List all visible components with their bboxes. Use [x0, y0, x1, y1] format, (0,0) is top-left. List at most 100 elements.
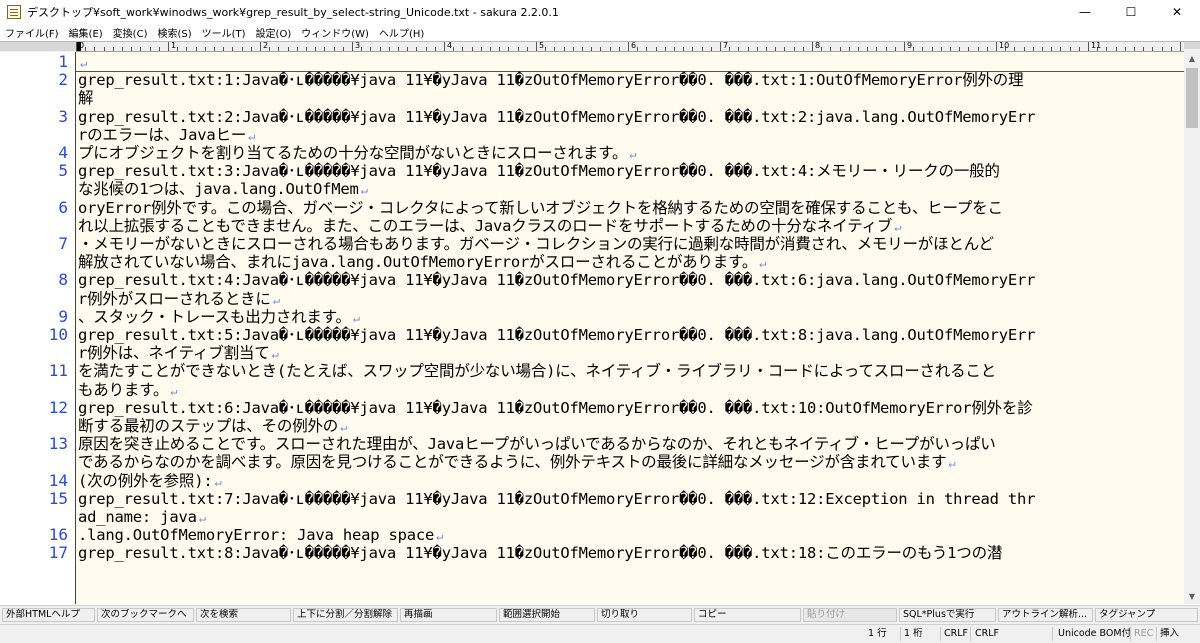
ruler-tick — [204, 47, 206, 51]
ruler-tick — [342, 47, 344, 51]
ruler-tick — [168, 42, 169, 51]
status-insert-mode[interactable]: 挿入 — [1160, 627, 1179, 641]
ruler-tick — [821, 47, 823, 51]
ruler-tick — [158, 47, 160, 51]
menu-bar: ファイル(F) 編集(E) 変換(C) 検索(S) ツール(T) 設定(O) ウ… — [0, 24, 1200, 41]
text-row[interactable]: grep_result.txt:3:Java�･ʟ�����¥java 11¥�… — [78, 162, 1000, 180]
line-number: 6 — [58, 197, 68, 217]
text-area[interactable]: ↵ grep_result.txt:1:Java�･ʟ�����¥java 11¥… — [76, 52, 1184, 604]
text-row[interactable]: 解 — [78, 89, 94, 107]
vertical-scrollbar[interactable]: ▲ ▼ — [1184, 50, 1200, 604]
text-row[interactable]: (次の例外を参照): ↵ — [78, 472, 222, 491]
line-number: 9 — [58, 306, 68, 326]
ruler-tick — [830, 47, 832, 51]
function-key-button[interactable]: コピー — [694, 608, 801, 622]
column-ruler[interactable]: 0123456789101112 — [76, 42, 1184, 52]
ruler-tick — [968, 47, 970, 51]
menu-edit[interactable]: 編集(E) — [64, 25, 108, 40]
ruler-tick — [361, 47, 363, 51]
close-icon: ✕ — [1171, 5, 1183, 19]
maximize-button[interactable]: ☐ — [1108, 0, 1154, 24]
text-row[interactable]: grep_result.txt:1:Java�･ʟ�����¥java 11¥�… — [78, 71, 1024, 89]
text-row[interactable]: grep_result.txt:2:Java�･ʟ�����¥java 11¥�… — [78, 108, 1035, 126]
text-row[interactable]: grep_result.txt:7:Java�･ʟ�����¥java 11¥�… — [78, 490, 1035, 508]
ruler-tick — [959, 47, 961, 51]
text-row[interactable]: rのエラーは、Javaヒー ↵ — [78, 126, 255, 145]
text-row[interactable]: 、スタック・トレースも出力されます。 ↵ — [78, 308, 360, 327]
ruler-tick — [398, 47, 399, 51]
function-key-button[interactable]: 再描画 — [400, 608, 497, 622]
menu-window[interactable]: ウィンドウ(W) — [296, 25, 374, 40]
menu-settings[interactable]: 設定(O) — [251, 25, 297, 40]
text-row[interactable]: grep_result.txt:4:Java�･ʟ�����¥java 11¥�… — [78, 271, 1035, 289]
ruler-tick — [1069, 47, 1071, 51]
scroll-thumb[interactable] — [1186, 68, 1198, 128]
menu-convert[interactable]: 変換(C) — [108, 25, 153, 40]
function-key-button[interactable]: 次のブックマークへ — [97, 608, 194, 622]
text-row[interactable]: な兆候の1つは、java.lang.OutOfMem ↵ — [78, 180, 368, 199]
text-row[interactable]: ↵ — [78, 53, 87, 72]
split-box[interactable] — [1184, 42, 1200, 49]
scroll-up-arrow-icon[interactable]: ▲ — [1184, 50, 1200, 66]
text-row[interactable]: プにオブジェクトを割り当てるための十分な空間がないときにスローされます。 ↵ — [78, 144, 636, 163]
status-line: 1 行 — [868, 628, 887, 639]
ruler-tick — [996, 42, 997, 51]
text-row[interactable]: れ以上拡張することもできません。また、このエラーは、Javaクラスのロードをサポ… — [78, 217, 901, 236]
status-eol-1[interactable]: CRLF — [944, 627, 968, 641]
function-key-button[interactable]: 切り取り — [597, 608, 692, 622]
function-key-button[interactable]: 外部HTMLヘルプ — [2, 608, 95, 622]
text-row[interactable]: 解放されていない場合、まれにjava.lang.OutOfMemoryError… — [78, 253, 766, 272]
status-encoding[interactable]: Unicode BOM付 — [1058, 627, 1131, 641]
text-row[interactable]: r例外がスローされるときに ↵ — [78, 290, 280, 309]
ruler-tick — [600, 47, 602, 51]
ruler-label: 8 — [815, 42, 821, 50]
ruler-tick — [867, 47, 869, 51]
line-number-gutter[interactable]: 1 2 3 4 5 6 7 8 9 10 11 12 13 14 15 16 17 — [0, 52, 76, 604]
text-row[interactable]: であるからなのかを調べます。原因を見つけることができるように、例外テキストの最後… — [78, 453, 956, 472]
ruler-tick — [802, 47, 804, 51]
ruler-tick — [241, 47, 243, 51]
text-row[interactable]: 原因を突き止めることです。スローされた理由が、Javaヒープがいっぱいであるから… — [78, 435, 996, 453]
ruler-tick — [131, 47, 133, 51]
menu-search[interactable]: 検索(S) — [152, 25, 196, 40]
ruler-tick — [480, 47, 482, 51]
scroll-down-arrow-icon[interactable]: ▼ — [1184, 588, 1200, 604]
function-key-button[interactable]: 貼り付け — [803, 608, 897, 622]
function-key-button[interactable]: 次を検索 — [196, 608, 291, 622]
text-row[interactable]: grep_result.txt:6:Java�･ʟ�����¥java 11¥�… — [78, 399, 1033, 417]
ruler-tick — [655, 47, 657, 51]
close-button[interactable]: ✕ — [1154, 0, 1200, 24]
sakura-app-icon[interactable] — [7, 5, 21, 19]
text-row[interactable]: ・メモリーがないときにスローされる場合もあります。ガベージ・コレクションの実行に… — [78, 235, 994, 253]
status-eol-2[interactable]: CRLF — [975, 627, 999, 641]
ruler-tick — [370, 47, 372, 51]
text-row[interactable]: grep_result.txt:8:Java�･ʟ�����¥java 11¥�… — [78, 544, 1002, 562]
text-row[interactable]: を満たすことができないとき(たとえば、スワップ空間が少ない場合)に、ネイティブ・… — [78, 362, 996, 380]
text-row[interactable]: もあります。 ↵ — [78, 381, 177, 400]
minimize-button[interactable]: — — [1062, 0, 1108, 24]
function-key-button[interactable]: 範囲選択開始 — [499, 608, 595, 622]
eol-mark-icon: ↵ — [948, 456, 956, 471]
menu-tools[interactable]: ツール(T) — [197, 25, 251, 40]
function-key-bar: 外部HTMLヘルプ 次のブックマークへ 次を検索 上下に分割／分割解除 再描画 範囲選択開… — [0, 605, 1200, 624]
ruler-tick — [526, 47, 528, 51]
ruler-tick — [858, 47, 859, 51]
ruler-tick — [664, 47, 666, 51]
text-row[interactable]: 断する最初のステップは、その例外の ↵ — [78, 417, 347, 436]
eol-mark-icon: ↵ — [214, 474, 222, 489]
text-row[interactable]: .lang.OutOfMemoryError: Java heap space ↵ — [78, 526, 443, 545]
text-row[interactable]: ad_name: java ↵ — [78, 508, 206, 527]
ruler-tick — [1051, 47, 1053, 51]
menu-file[interactable]: ファイル(F) — [0, 25, 64, 40]
function-key-button[interactable]: 上下に分割／分割解除 — [293, 608, 398, 622]
function-key-button[interactable]: SQL*Plusで実行 — [899, 608, 996, 622]
ruler-label: 4 — [447, 42, 453, 50]
text-row[interactable]: grep_result.txt:5:Java�･ʟ�����¥java 11¥�… — [78, 326, 1035, 344]
text-row[interactable]: r例外は、ネイティブ割当て ↵ — [78, 344, 279, 363]
text-row[interactable]: oryError例外です。この場合、ガベージ・コレクタによって新しいオブジェクト… — [78, 199, 1003, 217]
ruler-tick — [545, 47, 547, 51]
ruler-tick — [250, 47, 252, 51]
function-key-button[interactable]: アウトライン解析... — [998, 608, 1093, 622]
function-key-button[interactable]: タグジャンプ — [1095, 608, 1198, 622]
menu-help[interactable]: ヘルプ(H) — [374, 25, 429, 40]
